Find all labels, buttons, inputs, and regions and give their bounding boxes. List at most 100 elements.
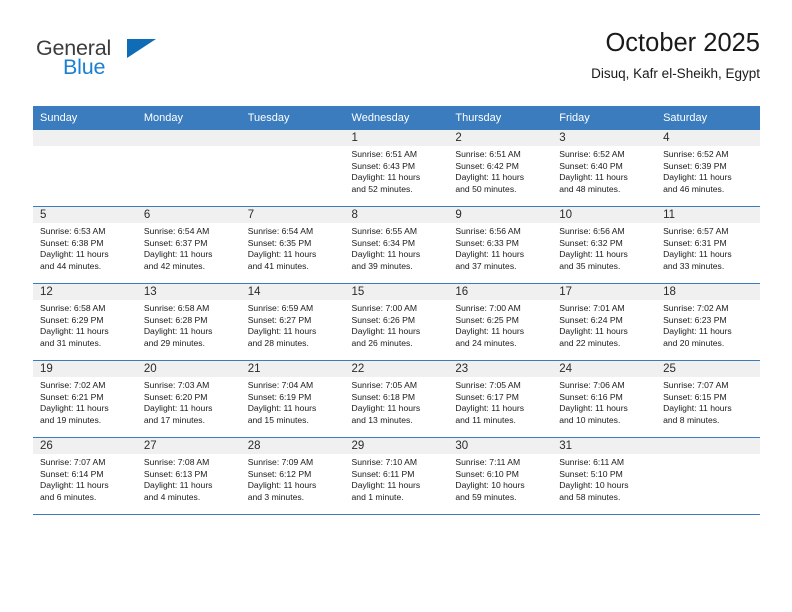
calendar-day-cell[interactable]: 21 Sunrise: 7:04 AM Sunset: 6:19 PM Dayligh… [240,360,345,438]
daylight-text-line1: Daylight: 11 hours [351,249,421,260]
calendar-day-cell[interactable]: 17 Sunrise: 7:01 AM Sunset: 6:24 PM Dayligh… [552,283,657,361]
calendar-day-cell[interactable]: 2 Sunrise: 6:51 AM Sunset: 6:42 PM Daylight… [448,130,553,207]
day-number: 6 [143,209,151,221]
day-sun-info: Sunrise: 7:01 AM Sunset: 6:24 PM Daylight:… [559,303,653,349]
sunrise-text: Sunrise: 7:00 AM [351,303,417,313]
logo-text-blue: Blue [63,55,106,79]
day-cell-inner: 22 Sunrise: 7:05 AM Sunset: 6:18 PM Dayligh… [344,361,449,437]
calendar-day-cell[interactable]: 31 Sunrise: 6:11 AM Sunset: 5:10 PM Dayligh… [552,437,657,515]
calendar-day-cell[interactable]: 9 Sunrise: 6:56 AM Sunset: 6:33 PM Daylight… [448,206,553,284]
day-sun-info: Sunrise: 7:05 AM Sunset: 6:17 PM Daylight:… [455,380,549,426]
day-sun-info: Sunrise: 7:06 AM Sunset: 6:16 PM Daylight:… [559,380,653,426]
day-sun-info: Sunrise: 6:54 AM Sunset: 6:35 PM Daylight:… [248,226,342,272]
calendar-day-cell[interactable]: 10 Sunrise: 6:56 AM Sunset: 6:32 PM Dayligh… [552,206,657,284]
day-number: 3 [559,132,566,144]
calendar-day-cell[interactable]: 28 Sunrise: 7:09 AM Sunset: 6:12 PM Dayligh… [240,437,345,515]
day-sun-info: Sunrise: 6:59 AM Sunset: 6:27 PM Daylight:… [248,303,342,349]
calendar-day-cell[interactable]: 4 Sunrise: 6:52 AM Sunset: 6:39 PM Daylight… [656,130,760,207]
calendar-day-cell[interactable]: 16 Sunrise: 7:00 AM Sunset: 6:25 PM Dayligh… [448,283,553,361]
daylight-text-line2: and 59 minutes. [455,491,517,502]
daylight-text-line1: Daylight: 11 hours [247,403,317,414]
calendar-day-cell[interactable]: 27 Sunrise: 7:08 AM Sunset: 6:13 PM Dayligh… [136,437,241,515]
calendar-day-cell[interactable]: 22 Sunrise: 7:05 AM Sunset: 6:18 PM Dayligh… [344,360,449,438]
sunrise-text: Sunrise: 6:51 AM [351,149,417,159]
calendar-day-cell[interactable]: 26 Sunrise: 7:07 AM Sunset: 6:14 PM Dayligh… [33,437,137,515]
day-sun-info: Sunrise: 7:03 AM Sunset: 6:20 PM Daylight:… [144,380,238,426]
daylight-text-line2: and 15 minutes. [247,414,309,425]
day-number: 22 [351,363,365,375]
daylight-text-line1: Daylight: 10 hours [455,480,525,491]
day-cell-inner: 5 Sunrise: 6:53 AM Sunset: 6:38 PM Daylight… [33,207,137,283]
calendar-day-cell[interactable]: 29 Sunrise: 7:10 AM Sunset: 6:11 PM Dayligh… [344,437,449,515]
location-subtitle: Disuq, Kafr el-Sheikh, Egypt [591,66,760,81]
calendar-day-cell[interactable]: 7 Sunrise: 6:54 AM Sunset: 6:35 PM Daylight… [240,206,345,284]
sunset-text: Sunset: 6:27 PM [247,314,312,325]
generalblue-logo: General Blue [33,36,213,86]
daylight-text-line1: Daylight: 11 hours [143,326,213,337]
sunrise-text: Sunrise: 7:05 AM [351,380,417,390]
calendar-day-cell[interactable]: 14 Sunrise: 6:59 AM Sunset: 6:27 PM Dayligh… [240,283,345,361]
calendar-day-cell[interactable]: 15 Sunrise: 7:00 AM Sunset: 6:26 PM Dayligh… [344,283,449,361]
daylight-text-line1: Daylight: 11 hours [247,480,317,491]
day-cell-inner: 6 Sunrise: 6:54 AM Sunset: 6:37 PM Daylight… [136,207,241,283]
day-cell-inner: 2 Sunrise: 6:51 AM Sunset: 6:42 PM Daylight… [448,130,553,206]
daylight-text-line2: and 48 minutes. [559,183,621,194]
calendar-day-cell[interactable]: 19 Sunrise: 7:02 AM Sunset: 6:21 PM Dayligh… [33,360,137,438]
daylight-text-line1: Daylight: 11 hours [247,249,317,260]
day-number: 24 [559,363,573,375]
day-sun-info: Sunrise: 6:57 AM Sunset: 6:31 PM Daylight:… [663,226,757,272]
sunset-text: Sunset: 6:24 PM [559,314,623,325]
daylight-text-line2: and 10 minutes. [559,414,621,425]
calendar-empty-cell [136,130,241,207]
daylight-text-line1: Daylight: 11 hours [559,172,628,183]
day-number: 19 [40,363,53,375]
day-sun-info: Sunrise: 6:53 AM Sunset: 6:38 PM Daylight:… [40,226,134,272]
sunrise-text: Sunrise: 7:05 AM [455,380,521,390]
calendar-header-row: Sunday Monday Tuesday Wednesday Thursday… [33,106,760,130]
calendar-day-cell[interactable]: 30 Sunrise: 7:11 AM Sunset: 6:10 PM Dayligh… [448,437,553,515]
calendar-body: 1 Sunrise: 6:51 AM Sunset: 6:43 PM Daylight… [33,130,760,515]
day-cell-inner: 17 Sunrise: 7:01 AM Sunset: 6:24 PM Dayligh… [552,284,657,360]
calendar-day-cell[interactable]: 24 Sunrise: 7:06 AM Sunset: 6:16 PM Dayligh… [552,360,657,438]
sunrise-text: Sunrise: 6:11 AM [559,457,625,467]
calendar-week-row: 12 Sunrise: 6:58 AM Sunset: 6:29 PM Dayligh… [33,283,760,361]
day-number: 12 [40,286,53,298]
day-sun-info: Sunrise: 6:52 AM Sunset: 6:39 PM Daylight:… [663,149,757,195]
daylight-text-line1: Daylight: 11 hours [455,249,525,260]
day-number: 20 [143,363,157,375]
day-cell-inner: 28 Sunrise: 7:09 AM Sunset: 6:12 PM Dayligh… [240,438,345,514]
daylight-text-line2: and 26 minutes. [351,337,413,348]
calendar-day-cell[interactable]: 23 Sunrise: 7:05 AM Sunset: 6:17 PM Dayligh… [448,360,553,438]
day-cell-inner: 3 Sunrise: 6:52 AM Sunset: 6:40 PM Daylight… [552,130,657,206]
calendar-day-cell[interactable]: 1 Sunrise: 6:51 AM Sunset: 6:43 PM Daylight… [344,130,449,207]
daylight-text-line1: Daylight: 11 hours [40,249,109,260]
day-cell-inner: 30 Sunrise: 7:11 AM Sunset: 6:10 PM Dayligh… [448,438,553,514]
calendar-day-cell[interactable]: 20 Sunrise: 7:03 AM Sunset: 6:20 PM Dayligh… [136,360,241,438]
calendar-day-cell[interactable]: 3 Sunrise: 6:52 AM Sunset: 6:40 PM Daylight… [552,130,657,207]
day-number: 2 [455,132,462,144]
daylight-text-line2: and 6 minutes. [40,491,97,502]
calendar-week-row: 19 Sunrise: 7:02 AM Sunset: 6:21 PM Dayligh… [33,360,760,438]
day-number: 11 [663,209,676,221]
day-number: 15 [351,286,365,298]
calendar-day-cell[interactable]: 18 Sunrise: 7:02 AM Sunset: 6:23 PM Dayligh… [656,283,760,361]
calendar-day-cell[interactable]: 5 Sunrise: 6:53 AM Sunset: 6:38 PM Daylight… [33,206,137,284]
daylight-text-line2: and 28 minutes. [247,337,309,348]
sunset-text: Sunset: 6:29 PM [40,314,104,325]
day-number: 1 [351,132,358,144]
calendar-day-cell[interactable]: 11 Sunrise: 6:57 AM Sunset: 6:31 PM Dayligh… [656,206,760,284]
sunrise-text: Sunrise: 6:52 AM [559,149,625,159]
daylight-text-line1: Daylight: 11 hours [40,326,109,337]
calendar-day-cell[interactable]: 8 Sunrise: 6:55 AM Sunset: 6:34 PM Daylight… [344,206,449,284]
calendar-day-cell[interactable]: 12 Sunrise: 6:58 AM Sunset: 6:29 PM Dayligh… [33,283,137,361]
day-cell-inner: 1 Sunrise: 6:51 AM Sunset: 6:43 PM Daylight… [344,130,449,206]
calendar-day-cell[interactable]: 13 Sunrise: 6:58 AM Sunset: 6:28 PM Dayligh… [136,283,241,361]
calendar-day-cell[interactable]: 6 Sunrise: 6:54 AM Sunset: 6:37 PM Daylight… [136,206,241,284]
sunset-text: Sunset: 6:17 PM [455,391,519,402]
sunset-text: Sunset: 6:19 PM [247,391,312,402]
calendar-day-cell[interactable]: 25 Sunrise: 7:07 AM Sunset: 6:15 PM Dayligh… [656,360,760,438]
day-number: 16 [455,286,469,298]
day-sun-info: Sunrise: 7:07 AM Sunset: 6:14 PM Daylight:… [40,457,134,503]
sunrise-text: Sunrise: 7:06 AM [559,380,625,390]
day-sun-info: Sunrise: 6:51 AM Sunset: 6:43 PM Daylight:… [352,149,446,195]
